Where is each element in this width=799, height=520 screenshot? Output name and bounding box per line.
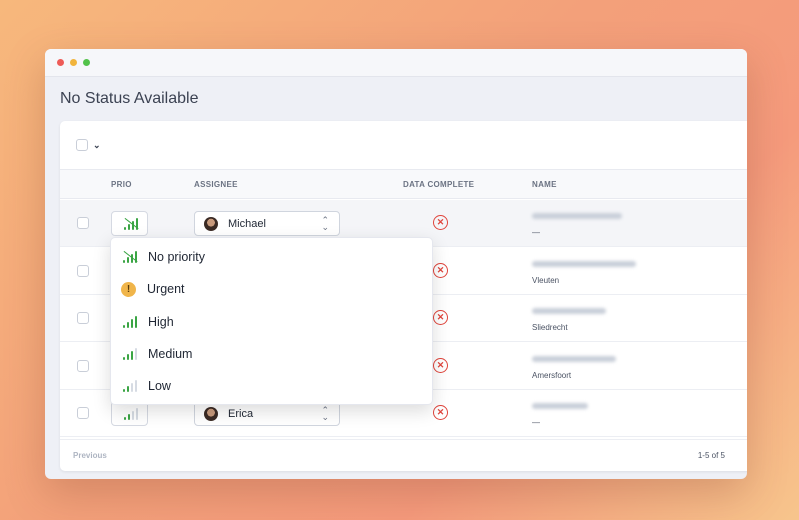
low-priority-icon [121, 380, 138, 392]
high-priority-icon [121, 316, 138, 328]
chevron-updown-icon: ⌃ ⌄ [321, 405, 329, 422]
row-checkbox[interactable] [77, 360, 89, 372]
name-redacted [532, 308, 606, 314]
column-header-assignee[interactable]: ASSIGNEE [194, 180, 238, 189]
row-city: — [532, 228, 540, 237]
assignee-select[interactable]: Michael ⌃ ⌄ [194, 211, 340, 236]
incomplete-x-icon: ✕ [433, 263, 448, 278]
option-label: Low [148, 379, 171, 393]
incomplete-x-icon: ✕ [433, 358, 448, 373]
window-titlebar [45, 49, 747, 77]
row-checkbox[interactable] [77, 265, 89, 277]
row-city: — [532, 418, 540, 427]
table-header: PRIO ASSIGNEE DATA COMPLETE NAME [60, 169, 747, 199]
table-footer: Previous 1-5 of 5 [60, 439, 747, 471]
row-checkbox[interactable] [77, 312, 89, 324]
row-checkbox[interactable] [77, 407, 89, 419]
option-label: Urgent [147, 282, 185, 296]
select-all-checkbox[interactable] [76, 139, 88, 151]
avatar [204, 406, 218, 421]
assignee-name: Michael [228, 217, 266, 230]
bulk-select[interactable]: ⌄ [76, 139, 101, 151]
incomplete-x-icon: ✕ [433, 310, 448, 325]
name-redacted [532, 403, 588, 409]
minimize-window-dot[interactable] [70, 59, 77, 66]
urgent-icon: ! [121, 281, 136, 297]
name-redacted [532, 261, 636, 267]
previous-page-link[interactable]: Previous [73, 451, 107, 460]
avatar [204, 216, 218, 231]
priority-option-no-priority[interactable]: No priority [111, 241, 432, 273]
name-redacted [532, 356, 616, 362]
no-priority-icon [122, 217, 139, 230]
column-header-data-complete[interactable]: DATA COMPLETE [403, 180, 474, 189]
maximize-window-dot[interactable] [83, 59, 90, 66]
low-priority-icon [122, 407, 138, 420]
row-checkbox[interactable] [77, 217, 89, 229]
priority-dropdown-menu: No priority ! Urgent High Medium Low [110, 237, 433, 405]
incomplete-x-icon: ✕ [433, 405, 448, 420]
option-label: Medium [148, 347, 193, 361]
page-title: No Status Available [60, 90, 199, 107]
medium-priority-icon [121, 348, 138, 360]
incomplete-x-icon: ✕ [433, 215, 448, 230]
row-city: Sliedrecht [532, 323, 568, 332]
row-city: Vleuten [532, 276, 560, 285]
chevron-updown-icon: ⌃ ⌄ [321, 215, 329, 232]
priority-option-medium[interactable]: Medium [111, 338, 432, 370]
column-header-prio[interactable]: PRIO [111, 180, 132, 189]
priority-option-urgent[interactable]: ! Urgent [111, 273, 432, 305]
row-city: Amersfoort [532, 371, 572, 380]
pagination-count: 1-5 of 5 [697, 451, 725, 460]
priority-option-high[interactable]: High [111, 306, 432, 338]
option-label: No priority [148, 250, 205, 264]
close-window-dot[interactable] [57, 59, 64, 66]
name-redacted [532, 213, 622, 219]
priority-option-low[interactable]: Low [111, 370, 432, 402]
chevron-down-icon[interactable]: ⌄ [93, 140, 101, 151]
priority-button[interactable] [111, 211, 148, 236]
assignee-name: Erica [228, 407, 254, 420]
column-header-name[interactable]: NAME [532, 180, 557, 189]
no-priority-icon [121, 250, 138, 263]
option-label: High [148, 315, 174, 329]
